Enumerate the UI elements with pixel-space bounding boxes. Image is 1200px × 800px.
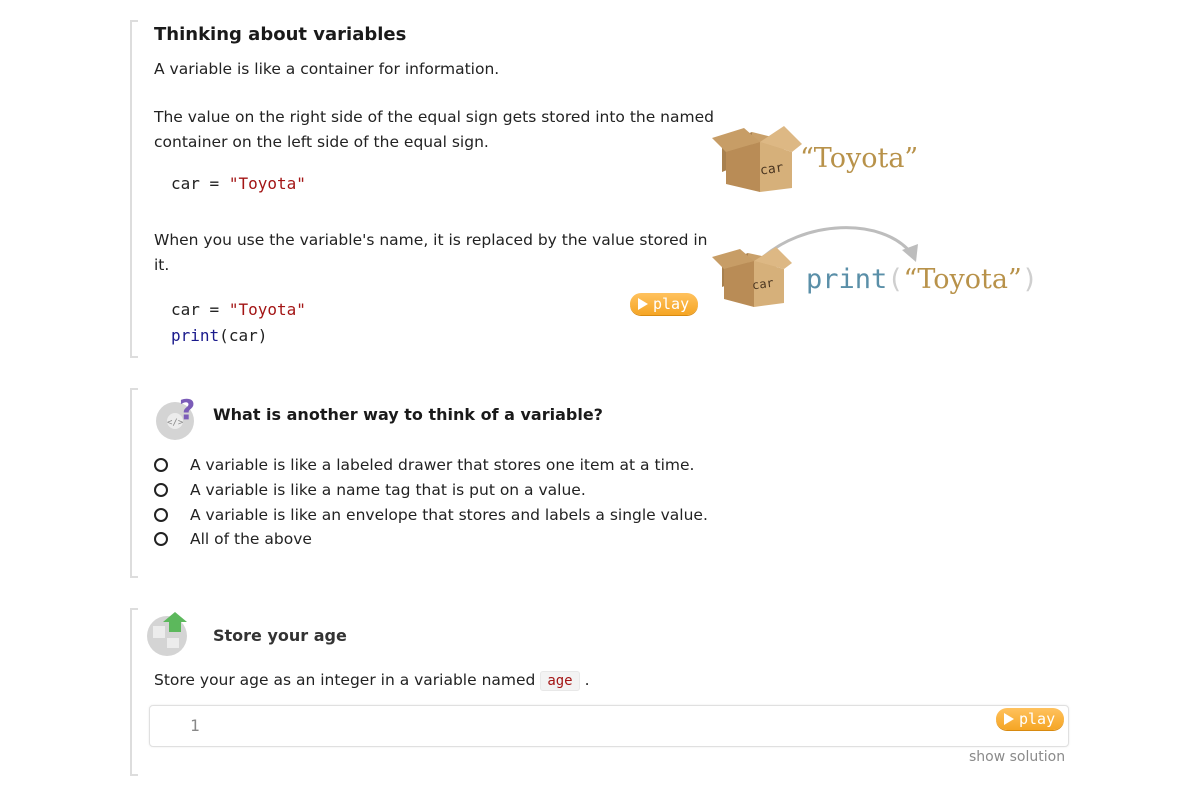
stored-value-text: “Toyota”: [800, 143, 919, 174]
code-example-print: car = "Toyota" print(car): [171, 297, 306, 349]
radio-button[interactable]: [154, 532, 168, 546]
code-editor[interactable]: 1: [149, 705, 1069, 747]
usage-explanation-line2: it.: [154, 256, 170, 274]
answer-option-label: A variable is like a name tag that is pu…: [190, 481, 586, 499]
svg-text:?: ?: [179, 395, 195, 426]
assignment-explanation-line1: The value on the right side of the equal…: [154, 108, 714, 126]
code-var: car: [171, 300, 200, 319]
radio-button[interactable]: [154, 483, 168, 497]
play-label: play: [653, 295, 690, 313]
paren-open-text: (: [887, 264, 904, 295]
code-op: =: [209, 174, 220, 193]
exercise-prompt-text: Store your age as an integer in a variab…: [154, 671, 536, 689]
code-arg: car: [228, 326, 258, 345]
show-solution-link[interactable]: show solution: [969, 749, 1065, 765]
variable-box-illustration: car: [712, 122, 804, 198]
variable-box-illustration-print: car: [712, 243, 792, 311]
cardboard-box-icon: [712, 126, 802, 192]
section-bracket-variables: [130, 20, 138, 358]
section-bracket-exercise: [130, 608, 138, 776]
code-var: car: [171, 174, 200, 193]
radio-button[interactable]: [154, 508, 168, 522]
play-button[interactable]: play: [996, 708, 1065, 730]
question-title: What is another way to think of a variab…: [213, 405, 603, 424]
code-string: "Toyota": [228, 174, 306, 193]
code-paren-open: (: [219, 326, 229, 345]
line-number: 1: [190, 716, 200, 735]
box-label: car: [751, 275, 775, 293]
play-label: play: [1019, 710, 1056, 728]
code-paren-close: ): [257, 326, 268, 345]
print-arg-text: “Toyota”: [903, 264, 1022, 295]
radio-button[interactable]: [154, 458, 168, 472]
code-print-fn: print: [171, 326, 220, 345]
variable-name-code: age: [540, 671, 580, 691]
answer-option-label: A variable is like an envelope that stor…: [190, 506, 708, 524]
exercise-title: Store your age: [213, 626, 347, 645]
section-title: Thinking about variables: [154, 24, 407, 45]
print-illustration-text: print(“Toyota”): [806, 264, 1038, 295]
code-example-assignment: car = "Toyota": [171, 174, 306, 193]
puzzle-icon: [143, 610, 193, 658]
answer-option-label: A variable is like a labeled drawer that…: [190, 456, 695, 474]
usage-explanation-line1: When you use the variable's name, it is …: [154, 231, 708, 249]
code-op: =: [209, 300, 220, 319]
answer-option-label: All of the above: [190, 530, 312, 548]
code-string: "Toyota": [228, 300, 306, 319]
play-icon: [1004, 713, 1014, 725]
question-icon: </> ?: [153, 393, 205, 443]
assignment-explanation-line2: container on the left side of the equal …: [154, 133, 489, 151]
exercise-prompt-end: .: [584, 671, 590, 689]
play-icon: [638, 298, 648, 310]
intro-text: A variable is like a container for infor…: [154, 60, 500, 78]
exercise-prompt: Store your age as an integer in a variab…: [154, 668, 590, 694]
cardboard-box-icon: [712, 247, 792, 307]
paren-close-text: ): [1021, 264, 1039, 295]
print-fn-text: print: [806, 264, 888, 295]
play-button[interactable]: play: [630, 293, 699, 315]
section-bracket-question: [130, 388, 138, 578]
